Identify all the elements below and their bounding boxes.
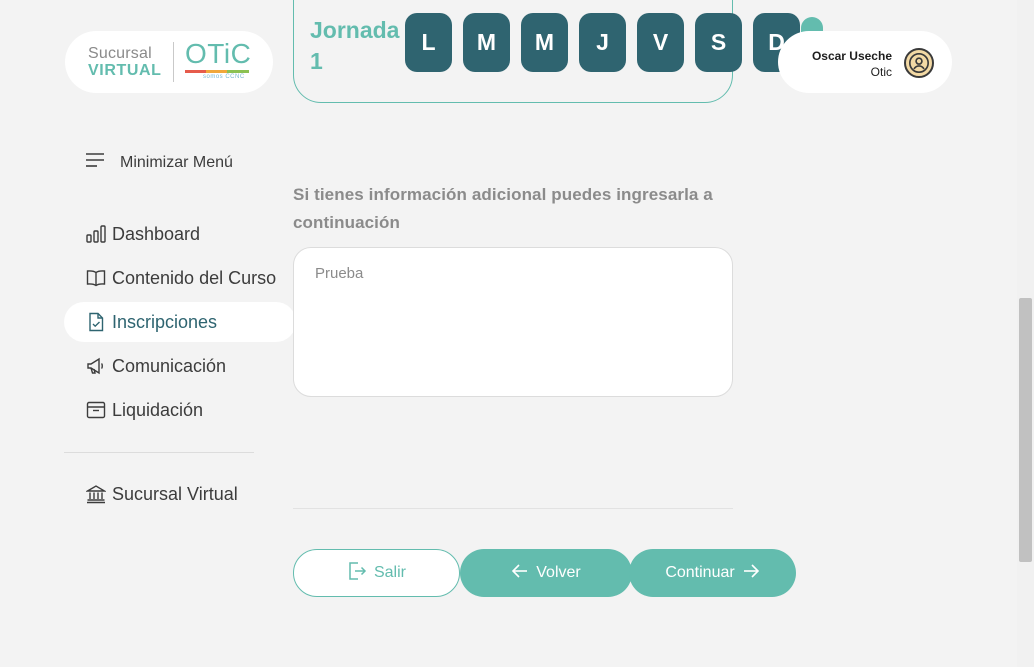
avatar-icon[interactable] (904, 48, 934, 78)
day-selector: L M M J V S D (405, 13, 800, 72)
file-check-icon (86, 312, 106, 332)
user-profile-card[interactable]: Oscar Useche Otic (778, 31, 952, 93)
minimize-menu-label: Minimizar Menú (120, 153, 233, 171)
continue-label: Continuar (665, 564, 735, 581)
sidebar-item-label: Sucursal Virtual (112, 483, 238, 504)
day-button-saturday[interactable]: S (695, 13, 742, 72)
jornada-title: Jornada 1 (310, 17, 400, 74)
additional-info-textarea[interactable] (293, 247, 733, 397)
continue-button[interactable]: Continuar (629, 549, 796, 597)
megaphone-icon (86, 356, 106, 376)
additional-info-hint: Si tienes información adicional puedes i… (293, 185, 713, 232)
brand-logo[interactable]: Sucursal VIRTUAL OTiC somos CCNC (65, 31, 273, 93)
sidebar-item-label: Liquidación (112, 399, 204, 420)
bar-chart-icon (86, 224, 106, 244)
logo-separator (173, 42, 174, 82)
sidebar-item-label: Inscripciones (112, 311, 218, 332)
day-button-friday[interactable]: V (637, 13, 684, 72)
hamburger-icon (86, 153, 104, 172)
logo-otic-sub: somos CCNC (203, 74, 245, 80)
page-scrollbar[interactable] (1017, 0, 1034, 667)
day-button-wednesday[interactable]: M (521, 13, 568, 72)
sidebar-item-label: Contenido del Curso (112, 267, 277, 288)
sidebar-item-liquidacion[interactable]: Liquidación (64, 390, 296, 430)
logo-otic: OTiC somos CCNC (185, 40, 251, 80)
logo-color-bar (185, 70, 249, 73)
bank-icon (86, 484, 106, 504)
sidebar-nav: Dashboard Contenido del Curso Inscripcio… (64, 214, 296, 434)
exit-button[interactable]: Salir (293, 549, 460, 597)
sidebar-item-course-content[interactable]: Contenido del Curso (64, 258, 296, 298)
logo-otic-word: OTiC (185, 38, 252, 69)
form-divider (293, 508, 733, 509)
sidebar-item-label: Comunicación (112, 355, 227, 376)
sidebar-item-inscripciones[interactable]: Inscripciones (64, 302, 296, 342)
day-button-monday[interactable]: L (405, 13, 452, 72)
sidebar-divider (64, 452, 254, 453)
sidebar-item-dashboard[interactable]: Dashboard (64, 214, 296, 254)
sidebar-bottom: Sucursal Virtual (64, 474, 296, 518)
back-button[interactable]: Volver (460, 549, 632, 597)
minimize-menu-button[interactable]: Minimizar Menú (86, 153, 233, 172)
sidebar-item-comunicacion[interactable]: Comunicación (64, 346, 296, 386)
back-label: Volver (536, 564, 581, 581)
sidebar-item-sucursal-virtual[interactable]: Sucursal Virtual (64, 474, 296, 514)
archive-box-icon (86, 400, 106, 420)
exit-label: Salir (373, 564, 406, 581)
open-book-icon (86, 268, 106, 288)
logo-line2: VIRTUAL (88, 62, 162, 79)
day-button-tuesday[interactable]: M (463, 13, 510, 72)
arrow-left-icon (511, 562, 529, 585)
user-name: Oscar Useche (811, 49, 892, 63)
day-button-thursday[interactable]: J (579, 13, 626, 72)
sidebar-item-label: Dashboard (112, 223, 201, 244)
user-org: Otic (870, 65, 892, 79)
scrollbar-thumb[interactable] (1019, 298, 1032, 562)
logo-line1: Sucursal (88, 45, 152, 62)
logo-sucursal-virtual: Sucursal VIRTUAL (88, 45, 162, 79)
arrow-right-icon (742, 562, 760, 585)
exit-icon (347, 561, 367, 586)
